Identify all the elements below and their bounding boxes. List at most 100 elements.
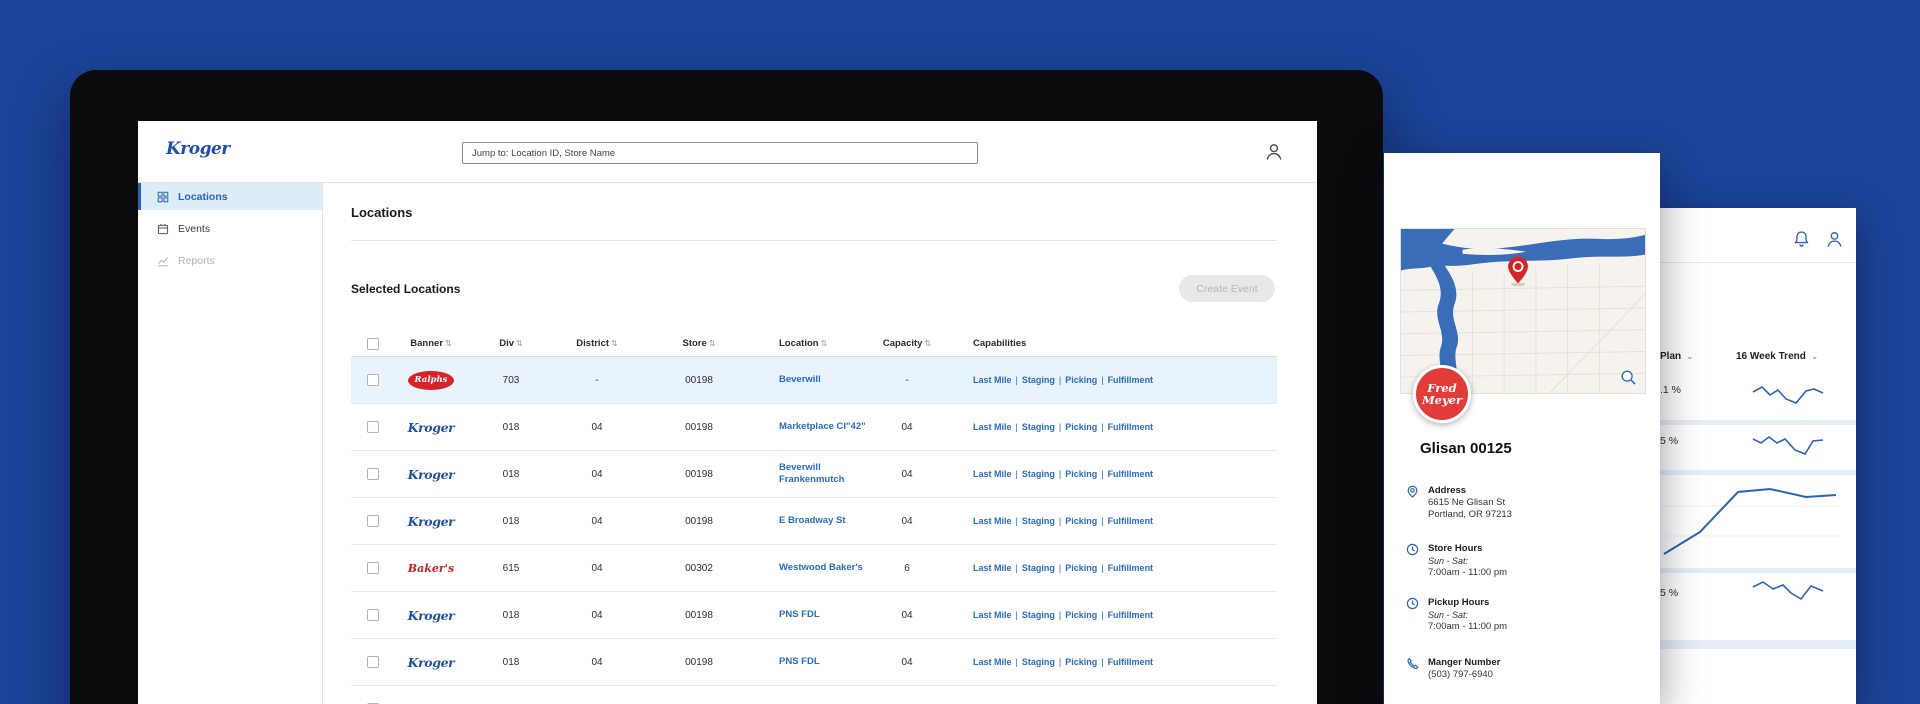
table-row[interactable]: Kroger 018 04 00198 PNS FDL 04 Last Mile…	[351, 592, 1277, 639]
main-content: Locations Selected Locations Create Even…	[323, 183, 1317, 704]
select-all-checkbox[interactable]	[367, 338, 379, 350]
capability-picking-link[interactable]: Picking	[1065, 610, 1097, 620]
capability-last-mile-link[interactable]: Last Mile	[973, 657, 1012, 667]
capability-fulfillment-link[interactable]: Fulfillment	[1108, 657, 1154, 667]
sort-icon[interactable]: ⇅	[445, 339, 452, 348]
column-header-capabilities: Capabilities	[935, 338, 1277, 349]
user-account-icon[interactable]	[1264, 142, 1284, 162]
plan-column-header[interactable]: Plan⌄	[1660, 351, 1694, 362]
notifications-bell-icon[interactable]	[1792, 230, 1811, 254]
capability-staging-link[interactable]: Staging	[1022, 375, 1055, 385]
row-checkbox[interactable]	[367, 515, 379, 527]
store-value: 00198	[639, 422, 759, 433]
district-value: 04	[555, 516, 639, 527]
column-header-store[interactable]: Store⇅	[639, 338, 759, 349]
row-checkbox[interactable]	[367, 421, 379, 433]
capability-fulfillment-link[interactable]: Fulfillment	[1108, 516, 1154, 526]
capability-fulfillment-link[interactable]: Fulfillment	[1108, 422, 1154, 432]
capability-staging-link[interactable]: Staging	[1022, 563, 1055, 573]
div-value: 018	[467, 657, 555, 668]
column-header-location[interactable]: Location⇅	[759, 338, 879, 349]
capability-staging-link[interactable]: Staging	[1022, 469, 1055, 479]
location-link[interactable]: PNS FDL	[779, 609, 820, 621]
capability-fulfillment-link[interactable]: Fulfillment	[1108, 610, 1154, 620]
separator: |	[1101, 422, 1103, 432]
store-value: 00198	[639, 375, 759, 386]
sidebar-item-locations[interactable]: Locations	[138, 183, 322, 210]
table-row[interactable]: Kroger 018 04 00198 PNS FDL 04 Last Mile…	[351, 639, 1277, 686]
sidebar-item-reports[interactable]: Reports	[138, 247, 322, 274]
marketing-composition: Kroger Locations	[0, 0, 1920, 704]
chevron-down-icon[interactable]: ⌄	[1686, 351, 1694, 361]
capability-staging-link[interactable]: Staging	[1022, 516, 1055, 526]
table-row[interactable]: Kroger	[351, 686, 1277, 704]
calendar-icon	[157, 223, 169, 235]
capability-staging-link[interactable]: Staging	[1022, 610, 1055, 620]
trend-column-header[interactable]: 16 Week Trend⌄	[1736, 351, 1818, 362]
separator: |	[1059, 610, 1061, 620]
table-row[interactable]: Kroger 018 04 00198 Marketplace CI"42" 0…	[351, 404, 1277, 451]
sort-icon[interactable]: ⇅	[516, 339, 523, 348]
row-checkbox[interactable]	[367, 374, 379, 386]
table-row[interactable]: Baker's 615 04 00302 Westwood Baker's 6 …	[351, 545, 1277, 592]
column-header-banner[interactable]: Banner⇅	[395, 338, 467, 349]
sidebar-item-events[interactable]: Events	[138, 215, 322, 242]
district-value: 04	[555, 657, 639, 668]
location-link[interactable]: Marketplace CI"42"	[779, 421, 866, 433]
capability-picking-link[interactable]: Picking	[1065, 422, 1097, 432]
capacity-value: 04	[879, 610, 935, 621]
separator: |	[1059, 422, 1061, 432]
column-header-district[interactable]: District⇅	[555, 338, 639, 349]
capability-fulfillment-link[interactable]: Fulfillment	[1108, 375, 1154, 385]
sort-icon[interactable]: ⇅	[924, 339, 931, 348]
sort-icon[interactable]: ⇅	[611, 339, 618, 348]
location-link[interactable]: Beverwill Frankenmutch	[779, 462, 879, 486]
plan-value: 5 %	[1660, 435, 1678, 447]
location-link[interactable]: Beverwill	[779, 374, 821, 386]
locations-table: Banner⇅ Div⇅ District⇅ Store⇅ Location⇅ …	[351, 331, 1277, 704]
separator: |	[1016, 657, 1018, 667]
plan-value: .1 %	[1660, 384, 1681, 396]
location-link[interactable]: E Broadway St	[779, 515, 846, 527]
store-hours-detail: Store Hours Sun - Sat: 7:00am - 11:00 pm	[1428, 543, 1638, 579]
sparkline-chart	[1751, 380, 1825, 410]
capability-last-mile-link[interactable]: Last Mile	[973, 375, 1012, 385]
capability-picking-link[interactable]: Picking	[1065, 469, 1097, 479]
table-row[interactable]: Kroger 018 04 00198 E Broadway St 04 Las…	[351, 498, 1277, 545]
column-header-div[interactable]: Div⇅	[467, 338, 555, 349]
location-link[interactable]: PNS FDL	[779, 656, 820, 668]
profile-icon[interactable]	[1825, 230, 1844, 254]
create-event-button[interactable]: Create Event	[1179, 275, 1275, 302]
separator: |	[1059, 375, 1061, 385]
capability-fulfillment-link[interactable]: Fulfillment	[1108, 469, 1154, 479]
capability-picking-link[interactable]: Picking	[1065, 375, 1097, 385]
row-checkbox[interactable]	[367, 468, 379, 480]
separator: |	[1016, 610, 1018, 620]
capability-last-mile-link[interactable]: Last Mile	[973, 610, 1012, 620]
capability-staging-link[interactable]: Staging	[1022, 422, 1055, 432]
report-chart-icon	[157, 255, 169, 267]
row-checkbox[interactable]	[367, 656, 379, 668]
capability-picking-link[interactable]: Picking	[1065, 563, 1097, 573]
table-row[interactable]: Ralphs 703 - 00198 Beverwill - Last Mile…	[351, 357, 1277, 404]
table-row[interactable]: Kroger 018 04 00198 Beverwill Frankenmut…	[351, 451, 1277, 498]
chevron-down-icon[interactable]: ⌄	[1811, 351, 1819, 361]
capability-picking-link[interactable]: Picking	[1065, 516, 1097, 526]
location-link[interactable]: Westwood Baker's	[779, 562, 863, 574]
jump-to-search-input[interactable]	[462, 142, 978, 164]
sort-icon[interactable]: ⇅	[709, 339, 716, 348]
sort-icon[interactable]: ⇅	[821, 339, 828, 348]
capability-picking-link[interactable]: Picking	[1065, 657, 1097, 667]
capability-staging-link[interactable]: Staging	[1022, 657, 1055, 667]
div-value: 018	[467, 469, 555, 480]
capability-fulfillment-link[interactable]: Fulfillment	[1108, 563, 1154, 573]
capability-last-mile-link[interactable]: Last Mile	[973, 422, 1012, 432]
capability-last-mile-link[interactable]: Last Mile	[973, 563, 1012, 573]
capability-last-mile-link[interactable]: Last Mile	[973, 516, 1012, 526]
row-checkbox[interactable]	[367, 609, 379, 621]
capability-last-mile-link[interactable]: Last Mile	[973, 469, 1012, 479]
column-header-capacity[interactable]: Capacity⇅	[879, 338, 935, 349]
clock-icon	[1406, 597, 1419, 615]
divider	[351, 240, 1277, 241]
row-checkbox[interactable]	[367, 562, 379, 574]
